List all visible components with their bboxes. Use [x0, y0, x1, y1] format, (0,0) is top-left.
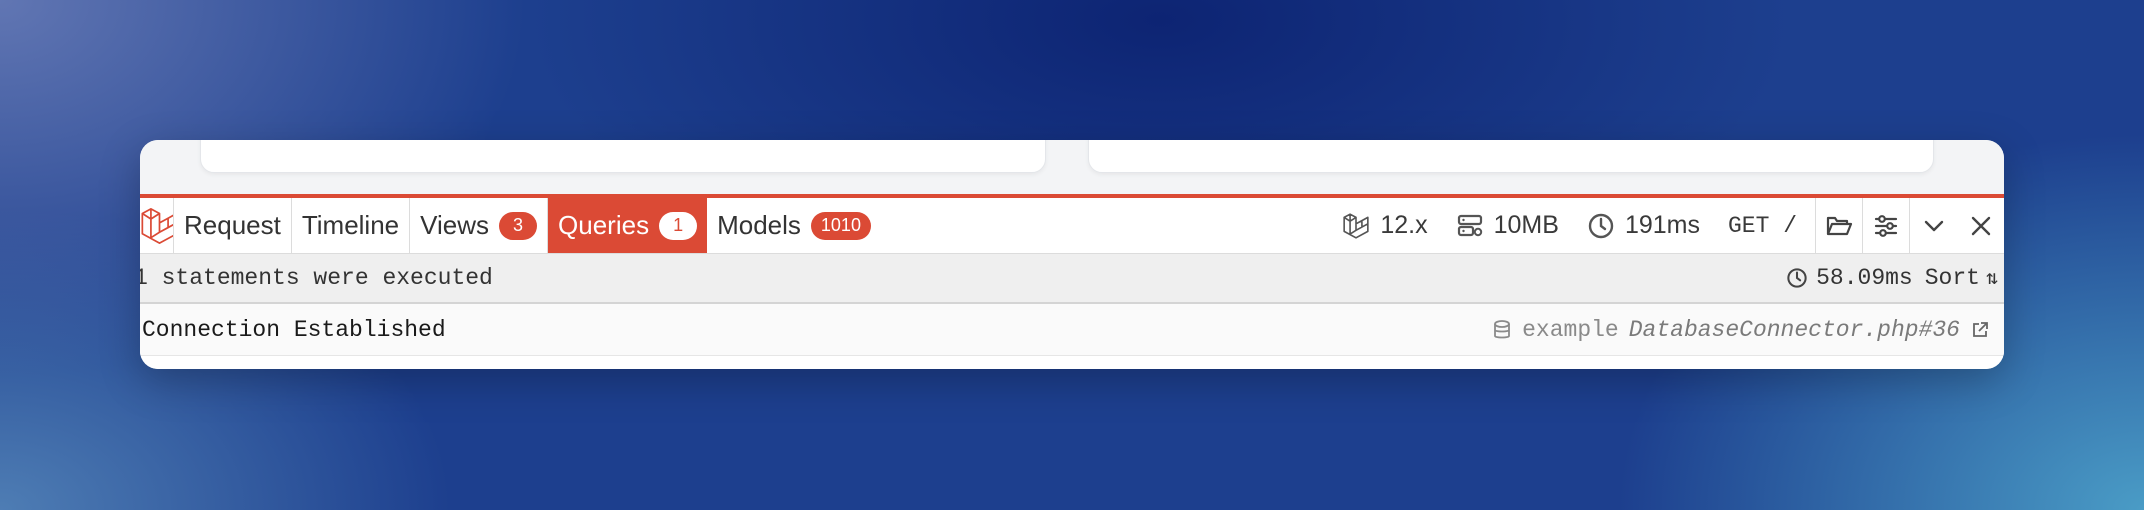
sort-button[interactable]: Sort ⇅ — [1925, 265, 1998, 291]
page-card — [1088, 140, 1934, 173]
count-badge: 3 — [499, 211, 538, 240]
browser-window: Request Timeline Views 3 Queries 1 Model… — [140, 140, 2004, 369]
sliders-icon — [1874, 214, 1898, 237]
queries-summary: 1 statements were executed 58.09ms Sort … — [140, 254, 2004, 304]
request-indicator[interactable]: GET / — [1714, 198, 1816, 253]
settings-button[interactable] — [1863, 198, 1910, 253]
statements-count: 1 statements were executed — [140, 265, 493, 291]
count-badge: 1 — [659, 211, 698, 240]
tab-request[interactable]: Request — [174, 198, 292, 253]
chevron-down-icon — [1924, 220, 1943, 231]
query-statement: Connection Established — [142, 316, 446, 343]
tab-models[interactable]: Models 1010 — [707, 198, 881, 253]
folder-open-icon — [1826, 216, 1853, 235]
laravel-version-indicator[interactable]: 12.x — [1328, 198, 1441, 253]
page-content — [140, 140, 2004, 197]
laravel-icon — [1343, 212, 1370, 239]
duration-text: 191ms — [1624, 211, 1700, 239]
server-icon — [1457, 214, 1482, 236]
connection-name: example — [1522, 316, 1619, 343]
duration-indicator[interactable]: 191ms — [1573, 198, 1714, 253]
clock-icon — [1787, 268, 1807, 288]
tab-label: Timeline — [301, 210, 400, 240]
sort-icon: ⇅ — [1985, 268, 1998, 291]
external-link-icon[interactable] — [1970, 319, 1990, 341]
memory-text: 10MB — [1493, 211, 1559, 239]
memory-indicator[interactable]: 10MB — [1442, 198, 1573, 253]
laravel-logo-icon[interactable] — [140, 198, 174, 253]
database-icon — [1494, 319, 1511, 338]
request-text: GET / — [1727, 212, 1797, 239]
tab-label: Views — [420, 210, 490, 240]
clock-icon — [1588, 213, 1614, 238]
page-card — [200, 140, 1046, 173]
close-icon — [1971, 216, 1990, 235]
source-file-link[interactable]: DatabaseConnector.php#36 — [1629, 317, 1960, 343]
close-button[interactable] — [1957, 198, 2004, 253]
tab-label: Models — [717, 210, 801, 240]
minimize-button[interactable] — [1910, 198, 1957, 253]
version-text: 12.x — [1380, 211, 1428, 239]
tab-views[interactable]: Views 3 — [410, 198, 549, 253]
summary-right: 58.09ms Sort ⇅ — [1786, 265, 2004, 291]
tab-label: Queries — [558, 210, 650, 240]
query-row[interactable]: Connection Established example DatabaseC… — [140, 304, 2004, 356]
debugbar: Request Timeline Views 3 Queries 1 Model… — [140, 194, 2004, 369]
debugbar-header: Request Timeline Views 3 Queries 1 Model… — [140, 198, 2004, 254]
total-time: 58.09ms — [1816, 265, 1913, 291]
sort-label: Sort — [1924, 265, 1980, 291]
tab-label: Request — [184, 210, 281, 240]
open-folder-button[interactable] — [1816, 198, 1863, 253]
tab-queries[interactable]: Queries 1 — [548, 198, 708, 253]
tab-timeline[interactable]: Timeline — [292, 198, 411, 253]
query-meta: example DatabaseConnector.php#36 — [1492, 317, 2004, 343]
count-badge: 1010 — [810, 211, 871, 240]
